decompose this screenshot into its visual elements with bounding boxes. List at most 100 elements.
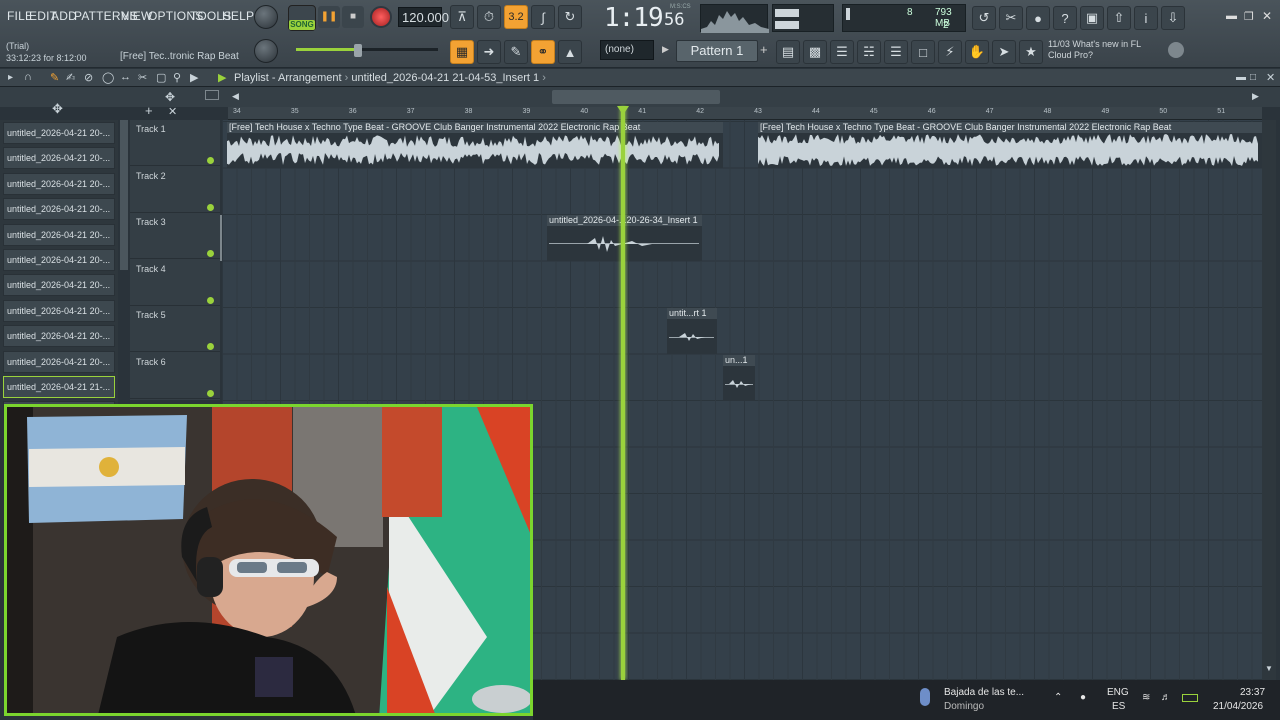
globe-icon[interactable]	[1168, 42, 1184, 58]
audio-clip[interactable]: untit...rt 1	[667, 308, 717, 354]
playback-tool-icon[interactable]: ▶	[190, 71, 198, 84]
browser-item[interactable]: untitled_2026-04-21 21-...	[3, 376, 115, 398]
slice-tool-icon[interactable]: ✂	[138, 71, 147, 84]
audio-clip[interactable]: [Free] Tech House x Techno Type Beat - G…	[758, 122, 1262, 168]
microphone-tray-icon[interactable]: ●	[1080, 692, 1086, 703]
browser-toggle-icon[interactable]: ✥	[52, 101, 63, 117]
scroll-right-icon[interactable]: ▶	[1252, 91, 1259, 102]
snap-selector[interactable]: (none)	[600, 40, 654, 60]
browser-icon[interactable]: ☰	[884, 40, 908, 64]
browser-item[interactable]: untitled_2026-04-21 20-...	[3, 198, 115, 221]
zoom-tool-icon[interactable]: ⚲	[173, 71, 181, 84]
loop-record-icon[interactable]: ↻	[558, 5, 582, 29]
browser-item[interactable]: untitled_2026-04-21 20-...	[3, 249, 115, 271]
playlist-minimize-icon[interactable]: ▬	[1236, 72, 1246, 83]
link-icon[interactable]: ⚭	[531, 40, 555, 64]
news-panel[interactable]: 11/03 What's new in FL Cloud Pro?	[1048, 39, 1141, 61]
touch-icon[interactable]: ✋	[965, 40, 989, 64]
wifi-icon[interactable]: ≋	[1142, 692, 1150, 703]
cut-icon[interactable]: ✂	[999, 6, 1023, 30]
slip-tool-icon[interactable]: ↔	[120, 71, 131, 83]
track-nav-icon[interactable]: ✥	[165, 90, 175, 104]
language-primary[interactable]: ENG	[1107, 687, 1129, 698]
track-mute-led[interactable]	[207, 157, 214, 164]
stop-button[interactable]: ■	[342, 6, 364, 28]
add-pattern-icon[interactable]: +	[760, 42, 768, 57]
track-mute-led[interactable]	[207, 203, 214, 211]
tools-icon[interactable]: ➤	[992, 40, 1016, 64]
browser-item[interactable]: untitled_2026-04-21 20-...	[3, 122, 115, 144]
browser-item[interactable]: untitled_2026-04-21 20-...	[3, 299, 115, 322]
snap-button[interactable]: 3.2	[504, 5, 528, 29]
browser-item[interactable]: untitled_2026-04-21 20-...	[3, 274, 115, 297]
horizontal-scrollbar-thumb[interactable]	[552, 90, 720, 104]
help-icon[interactable]: ?	[1053, 6, 1077, 30]
stamp-icon[interactable]: ▲	[558, 40, 582, 64]
clock-date[interactable]: 21/04/2026	[1213, 701, 1263, 712]
project-icon[interactable]: □	[911, 40, 935, 64]
weather-title[interactable]: Bajada de las te...	[944, 687, 1024, 698]
remove-track-icon[interactable]: ✕	[168, 105, 177, 118]
view-mode-icon[interactable]	[205, 90, 219, 100]
metronome-icon[interactable]: ⊼	[450, 5, 474, 29]
playhead-marker[interactable]	[617, 106, 629, 115]
track-mute-led[interactable]	[207, 296, 214, 304]
browser-item[interactable]: untitled_2026-04-21 20-...	[3, 350, 115, 373]
restore-icon[interactable]: ❐	[1244, 10, 1254, 23]
browser-item[interactable]: untitled_2026-04-21 20-...	[3, 172, 115, 195]
draw-tool-icon[interactable]: ✎	[50, 71, 59, 84]
pen-icon[interactable]: ✎	[504, 40, 528, 64]
clock-time[interactable]: 23:37	[1240, 687, 1265, 698]
channel-rack-icon[interactable]: ▩	[803, 40, 827, 64]
master-volume-knob[interactable]	[254, 5, 278, 29]
scroll-down-icon[interactable]: ▼	[1265, 664, 1273, 673]
record-button[interactable]	[370, 6, 392, 28]
playlist-menu-arrow-icon[interactable]: ▸	[8, 72, 13, 83]
browser-scrollbar[interactable]	[120, 120, 128, 270]
export-icon[interactable]: ⇧	[1107, 6, 1131, 30]
browser-item[interactable]: untitled_2026-04-21 20-...	[3, 325, 115, 348]
select-tool-icon[interactable]: ▢	[156, 71, 166, 84]
battery-icon[interactable]	[1182, 694, 1198, 702]
master-pitch-knob[interactable]	[254, 39, 278, 63]
playlist-close-icon[interactable]: ✕	[1266, 71, 1275, 84]
weather-icon[interactable]	[920, 688, 930, 706]
playlist-maximize-icon[interactable]: □	[1250, 72, 1256, 83]
pattern-prev-icon[interactable]: ▶	[662, 44, 669, 55]
delete-tool-icon[interactable]: ⊘	[84, 71, 93, 84]
magnet-icon[interactable]: ∩	[24, 71, 32, 83]
playlist-play-icon[interactable]: ▶	[218, 71, 226, 84]
playhead[interactable]	[621, 107, 625, 680]
microphone-icon[interactable]: ●	[1026, 6, 1050, 30]
play-pause-button[interactable]: ❚❚	[318, 6, 340, 28]
close-icon[interactable]: ✕	[1262, 9, 1272, 23]
mute-tool-icon[interactable]: ◯	[102, 71, 114, 84]
browser-item[interactable]: untitled_2026-04-21 20-...	[3, 147, 115, 170]
undo-icon[interactable]: ↺	[972, 6, 996, 30]
download-icon[interactable]: ⇩	[1161, 6, 1185, 30]
tempo-display[interactable]: 120.000	[398, 7, 449, 27]
menu-help[interactable]: HELP	[222, 9, 254, 23]
pattern-selector[interactable]: Pattern 1	[676, 40, 758, 62]
save-icon[interactable]: ▣	[1080, 6, 1104, 30]
tray-chevron-icon[interactable]: ⌃	[1054, 692, 1062, 703]
paint-tool-icon[interactable]: ✍	[66, 71, 75, 84]
arrow-right-icon[interactable]: ➜	[477, 40, 501, 64]
master-volume-slider[interactable]	[296, 48, 438, 51]
channel-icon[interactable]: ☵	[857, 40, 881, 64]
plugin-icon[interactable]: ⚡	[938, 40, 962, 64]
info-icon[interactable]: i	[1134, 6, 1158, 30]
piano-roll-icon[interactable]: ▦	[450, 40, 474, 64]
blend-notes-icon[interactable]: ∫	[531, 5, 555, 29]
browser-item[interactable]: untitled_2026-04-21 20-...	[3, 223, 115, 246]
volume-icon[interactable]: ♬	[1161, 692, 1171, 703]
mixer-icon[interactable]: ☰	[830, 40, 854, 64]
audio-clip[interactable]: [Free] Tech House x Techno Type Beat - G…	[227, 122, 723, 168]
shop-icon[interactable]: ★	[1019, 40, 1043, 64]
track-mute-led[interactable]	[207, 390, 214, 397]
wait-input-icon[interactable]: ⏱	[477, 5, 501, 29]
audio-clip[interactable]: un...1	[723, 355, 755, 401]
scroll-left-icon[interactable]: ◀	[232, 91, 239, 102]
master-volume-handle[interactable]	[354, 44, 362, 57]
add-track-icon[interactable]: +	[145, 103, 153, 118]
